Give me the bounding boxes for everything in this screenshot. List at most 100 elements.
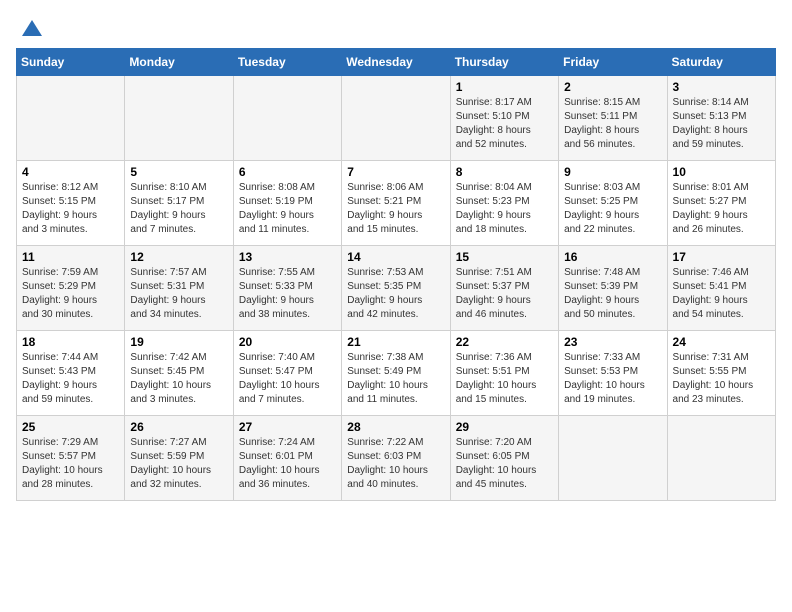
day-info: Sunrise: 7:24 AM Sunset: 6:01 PM Dayligh…	[239, 436, 336, 492]
day-cell: 2 Sunrise: 8:15 AM Sunset: 5:11 PM Daylig…	[559, 76, 667, 161]
day-cell: 21Sunrise: 7:38 AM Sunset: 5:49 PM Dayli…	[342, 331, 450, 416]
day-number: 14	[347, 250, 444, 264]
day-cell	[342, 76, 450, 161]
day-info: Sunrise: 7:53 AM Sunset: 5:35 PM Dayligh…	[347, 266, 444, 322]
header-cell-tuesday: Tuesday	[233, 49, 341, 76]
day-info: Sunrise: 8:15 AM Sunset: 5:11 PM Dayligh…	[564, 96, 661, 152]
day-cell: 19 Sunrise: 7:42 AM Sunset: 5:45 PM Dayli…	[125, 331, 233, 416]
day-number: 11	[22, 250, 119, 264]
day-cell: 17 Sunrise: 7:46 AM Sunset: 5:41 PM Dayli…	[667, 246, 775, 331]
day-info: Sunrise: 7:20 AM Sunset: 6:05 PM Dayligh…	[456, 436, 553, 492]
day-number: 27	[239, 420, 336, 434]
day-cell: 28 Sunrise: 7:22 AM Sunset: 6:03 PM Dayli…	[342, 416, 450, 501]
day-cell: 26 Sunrise: 7:27 AM Sunset: 5:59 PM Dayli…	[125, 416, 233, 501]
day-cell: 12 Sunrise: 7:57 AM Sunset: 5:31 PM Dayli…	[125, 246, 233, 331]
day-info: Sunrise: 7:44 AM Sunset: 5:43 PM Dayligh…	[22, 351, 119, 407]
day-number: 22	[456, 335, 553, 349]
day-number: 10	[673, 165, 770, 179]
day-info: Sunrise: 7:33 AM Sunset: 5:53 PM Dayligh…	[564, 351, 661, 407]
day-cell	[125, 76, 233, 161]
day-cell: 25 Sunrise: 7:29 AM Sunset: 5:57 PM Dayli…	[17, 416, 125, 501]
day-cell: 11 Sunrise: 7:59 AM Sunset: 5:29 PM Dayli…	[17, 246, 125, 331]
day-cell: 18 Sunrise: 7:44 AM Sunset: 5:43 PM Dayli…	[17, 331, 125, 416]
day-info: Sunrise: 8:12 AM Sunset: 5:15 PM Dayligh…	[22, 181, 119, 237]
day-info: Sunrise: 8:04 AM Sunset: 5:23 PM Dayligh…	[456, 181, 553, 237]
header-cell-thursday: Thursday	[450, 49, 558, 76]
day-number: 5	[130, 165, 227, 179]
day-info: Sunrise: 7:29 AM Sunset: 5:57 PM Dayligh…	[22, 436, 119, 492]
day-cell: 3Sunrise: 8:14 AM Sunset: 5:13 PM Daylig…	[667, 76, 775, 161]
day-cell	[233, 76, 341, 161]
day-info: Sunrise: 8:03 AM Sunset: 5:25 PM Dayligh…	[564, 181, 661, 237]
day-number: 23	[564, 335, 661, 349]
day-cell: 10 Sunrise: 8:01 AM Sunset: 5:27 PM Dayli…	[667, 161, 775, 246]
day-cell: 20Sunrise: 7:40 AM Sunset: 5:47 PM Dayli…	[233, 331, 341, 416]
header-cell-wednesday: Wednesday	[342, 49, 450, 76]
day-cell: 8 Sunrise: 8:04 AM Sunset: 5:23 PM Daylig…	[450, 161, 558, 246]
page-header	[16, 16, 776, 40]
day-info: Sunrise: 8:17 AM Sunset: 5:10 PM Dayligh…	[456, 96, 553, 152]
day-info: Sunrise: 8:06 AM Sunset: 5:21 PM Dayligh…	[347, 181, 444, 237]
header-cell-saturday: Saturday	[667, 49, 775, 76]
logo	[16, 16, 42, 40]
day-cell	[559, 416, 667, 501]
header-row: SundayMondayTuesdayWednesdayThursdayFrid…	[17, 49, 776, 76]
day-info: Sunrise: 8:14 AM Sunset: 5:13 PM Dayligh…	[673, 96, 770, 152]
day-number: 2	[564, 80, 661, 94]
week-row: 25 Sunrise: 7:29 AM Sunset: 5:57 PM Dayli…	[17, 416, 776, 501]
week-row: 1Sunrise: 8:17 AM Sunset: 5:10 PM Daylig…	[17, 76, 776, 161]
day-cell: 14 Sunrise: 7:53 AM Sunset: 5:35 PM Dayli…	[342, 246, 450, 331]
day-number: 16	[564, 250, 661, 264]
day-number: 13	[239, 250, 336, 264]
day-info: Sunrise: 7:27 AM Sunset: 5:59 PM Dayligh…	[130, 436, 227, 492]
day-info: Sunrise: 7:31 AM Sunset: 5:55 PM Dayligh…	[673, 351, 770, 407]
day-cell: 16 Sunrise: 7:48 AM Sunset: 5:39 PM Dayli…	[559, 246, 667, 331]
day-info: Sunrise: 7:40 AM Sunset: 5:47 PM Dayligh…	[239, 351, 336, 407]
header-cell-sunday: Sunday	[17, 49, 125, 76]
day-info: Sunrise: 7:59 AM Sunset: 5:29 PM Dayligh…	[22, 266, 119, 322]
day-info: Sunrise: 7:57 AM Sunset: 5:31 PM Dayligh…	[130, 266, 227, 322]
day-info: Sunrise: 7:48 AM Sunset: 5:39 PM Dayligh…	[564, 266, 661, 322]
day-cell	[667, 416, 775, 501]
day-cell: 29 Sunrise: 7:20 AM Sunset: 6:05 PM Dayli…	[450, 416, 558, 501]
calendar-table: SundayMondayTuesdayWednesdayThursdayFrid…	[16, 48, 776, 501]
day-number: 9	[564, 165, 661, 179]
day-info: Sunrise: 7:55 AM Sunset: 5:33 PM Dayligh…	[239, 266, 336, 322]
calendar-body: 1Sunrise: 8:17 AM Sunset: 5:10 PM Daylig…	[17, 76, 776, 501]
day-number: 25	[22, 420, 119, 434]
day-info: Sunrise: 7:51 AM Sunset: 5:37 PM Dayligh…	[456, 266, 553, 322]
day-number: 17	[673, 250, 770, 264]
calendar-header: SundayMondayTuesdayWednesdayThursdayFrid…	[17, 49, 776, 76]
day-cell: 15 Sunrise: 7:51 AM Sunset: 5:37 PM Dayli…	[450, 246, 558, 331]
day-cell: 27 Sunrise: 7:24 AM Sunset: 6:01 PM Dayli…	[233, 416, 341, 501]
week-row: 18 Sunrise: 7:44 AM Sunset: 5:43 PM Dayli…	[17, 331, 776, 416]
day-number: 21	[347, 335, 444, 349]
day-number: 18	[22, 335, 119, 349]
day-cell: 22 Sunrise: 7:36 AM Sunset: 5:51 PM Dayli…	[450, 331, 558, 416]
day-number: 8	[456, 165, 553, 179]
day-cell: 13 Sunrise: 7:55 AM Sunset: 5:33 PM Dayli…	[233, 246, 341, 331]
day-cell: 5 Sunrise: 8:10 AM Sunset: 5:17 PM Daylig…	[125, 161, 233, 246]
week-row: 4Sunrise: 8:12 AM Sunset: 5:15 PM Daylig…	[17, 161, 776, 246]
day-number: 26	[130, 420, 227, 434]
day-cell: 6 Sunrise: 8:08 AM Sunset: 5:19 PM Daylig…	[233, 161, 341, 246]
day-number: 6	[239, 165, 336, 179]
day-number: 7	[347, 165, 444, 179]
day-number: 24	[673, 335, 770, 349]
day-info: Sunrise: 7:46 AM Sunset: 5:41 PM Dayligh…	[673, 266, 770, 322]
day-info: Sunrise: 8:10 AM Sunset: 5:17 PM Dayligh…	[130, 181, 227, 237]
day-cell: 9 Sunrise: 8:03 AM Sunset: 5:25 PM Daylig…	[559, 161, 667, 246]
day-number: 29	[456, 420, 553, 434]
day-number: 28	[347, 420, 444, 434]
day-cell: 24 Sunrise: 7:31 AM Sunset: 5:55 PM Dayli…	[667, 331, 775, 416]
day-number: 19	[130, 335, 227, 349]
day-info: Sunrise: 8:08 AM Sunset: 5:19 PM Dayligh…	[239, 181, 336, 237]
week-row: 11 Sunrise: 7:59 AM Sunset: 5:29 PM Dayli…	[17, 246, 776, 331]
day-info: Sunrise: 7:36 AM Sunset: 5:51 PM Dayligh…	[456, 351, 553, 407]
day-info: Sunrise: 8:01 AM Sunset: 5:27 PM Dayligh…	[673, 181, 770, 237]
day-number: 15	[456, 250, 553, 264]
day-number: 12	[130, 250, 227, 264]
day-info: Sunrise: 7:22 AM Sunset: 6:03 PM Dayligh…	[347, 436, 444, 492]
day-cell: 1Sunrise: 8:17 AM Sunset: 5:10 PM Daylig…	[450, 76, 558, 161]
day-info: Sunrise: 7:42 AM Sunset: 5:45 PM Dayligh…	[130, 351, 227, 407]
